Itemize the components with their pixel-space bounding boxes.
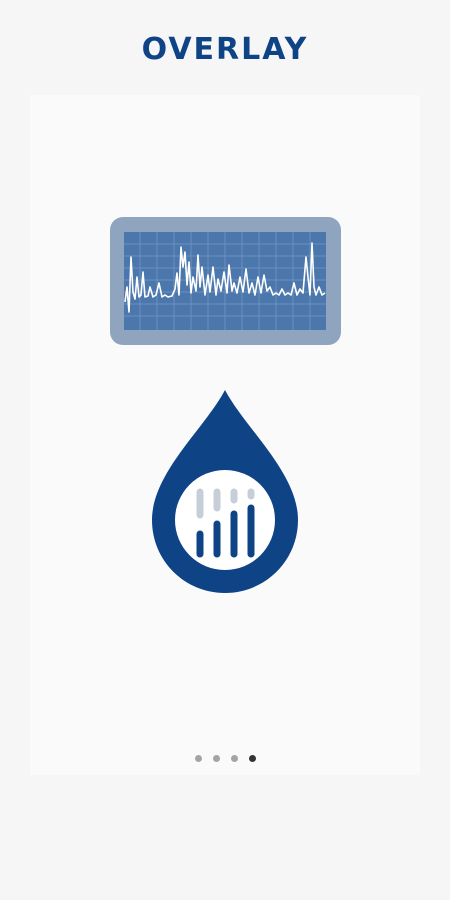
page-indicator: [0, 755, 450, 762]
page-indicator-dot-2[interactable]: [212, 755, 220, 762]
water-drop-bars-icon: [152, 390, 298, 593]
page-indicator-dot-4-active[interactable]: [248, 755, 256, 762]
page-indicator-dot-3[interactable]: [230, 755, 238, 762]
waveform-monitor-icon: [110, 217, 341, 345]
page-title: OVERLAY: [141, 32, 309, 67]
onboarding-screen: OVERLAY: [0, 0, 450, 900]
page-indicator-dot-1[interactable]: [194, 755, 202, 762]
